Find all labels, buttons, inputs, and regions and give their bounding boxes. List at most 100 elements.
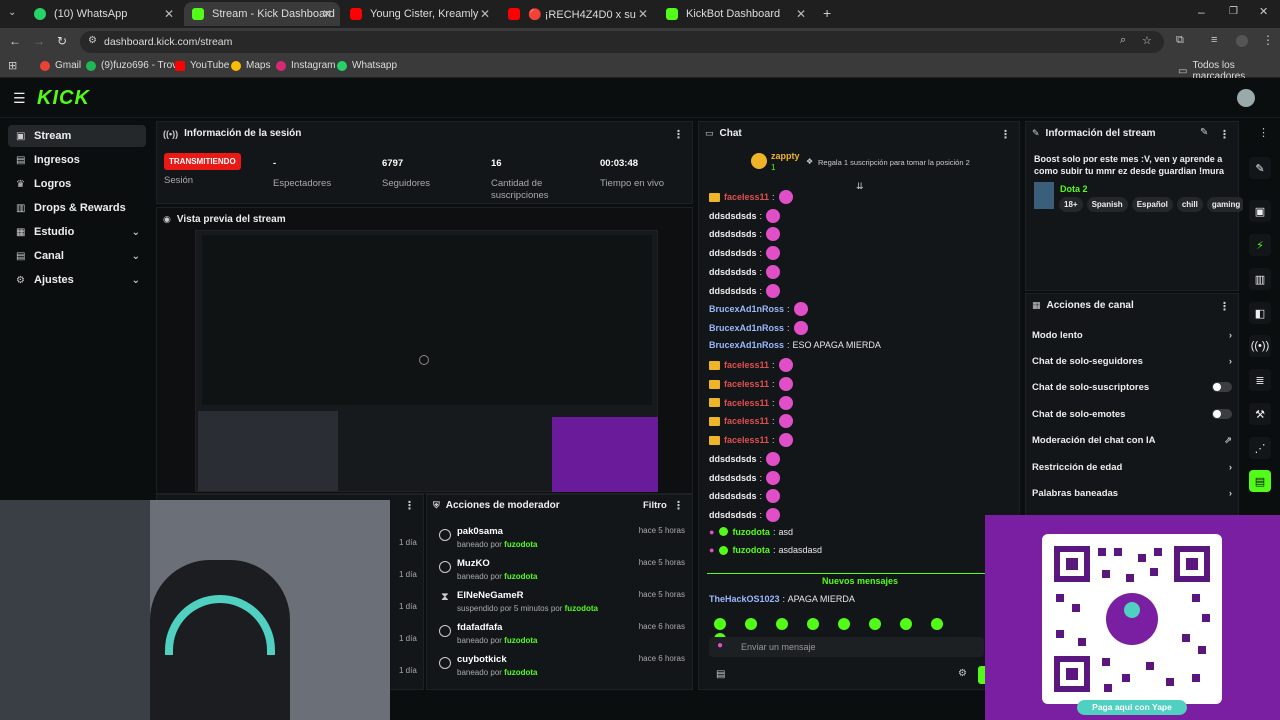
chat-username[interactable]: fuzodota [732, 527, 770, 537]
mod-action-row[interactable]: cuybotkick baneado por fuzodota hace 6 h… [433, 651, 685, 683]
site-info-icon[interactable]: ⚙ [88, 35, 97, 46]
bookmark-youtube[interactable]: YouTube [175, 60, 229, 71]
close-icon[interactable]: ✕ [164, 7, 174, 21]
more-options-icon[interactable]: ⋮ [673, 128, 684, 141]
sidebar-item-canal[interactable]: ▤ Canal ⌄ [8, 245, 146, 267]
close-icon[interactable]: ✕ [480, 7, 490, 21]
sidebar-item-ingresos[interactable]: ▤ Ingresos [8, 149, 146, 171]
new-messages-bar[interactable]: Nuevos mensajes [707, 573, 987, 587]
lightning-tool-button[interactable]: ⚡ [1249, 234, 1271, 256]
filter-button[interactable]: Filtro [643, 500, 667, 511]
kick-logo[interactable]: KICK [37, 87, 90, 110]
star-icon[interactable]: ☆ [1142, 34, 1152, 47]
chat-username[interactable]: ddsdsdsds [709, 454, 757, 464]
broadcast-tool-button[interactable]: ((•)) [1249, 335, 1271, 357]
microphone-icon[interactable]: ● [717, 640, 723, 651]
browser-tab-youtube-live[interactable]: 🔴 ¡RECH4Z4D0 x su comunidad ✕ [500, 2, 656, 26]
bookmark-instagram[interactable]: Instagram [276, 60, 335, 71]
bookmark-gmail[interactable]: Gmail [40, 60, 81, 71]
browser-tab-kickbot[interactable]: KickBot Dashboard ✕ [658, 2, 814, 26]
chat-username[interactable]: BrucexAd1nRoss [709, 323, 784, 333]
more-options-icon[interactable]: ⋮ [1258, 126, 1269, 139]
edit-tool-button[interactable]: ✎ [1249, 157, 1271, 179]
more-options-icon[interactable]: ⋮ [1219, 128, 1230, 141]
new-tab-icon[interactable]: + [823, 5, 831, 21]
mod-action-row[interactable]: MuzKO baneado por fuzodota hace 5 horas [433, 555, 685, 587]
bookmark-maps[interactable]: Maps [231, 60, 270, 71]
maximize-icon[interactable]: ❐ [1229, 6, 1238, 17]
back-icon[interactable]: ← [9, 34, 21, 48]
chat-username[interactable]: ddsdsdsds [709, 491, 757, 501]
chat-settings-icon[interactable]: ⚙ [958, 668, 967, 679]
chat-username[interactable]: ddsdsdsds [709, 286, 757, 296]
emote-quick-bar[interactable] [714, 618, 984, 645]
browser-menu-icon[interactable]: ⋮ [1262, 33, 1274, 47]
action-followers-only[interactable]: Chat de solo-seguidores › [1032, 351, 1232, 371]
tab-search-icon[interactable]: ⌄ [8, 7, 16, 18]
browser-tab-kick-dashboard[interactable]: Stream - Kick Dashboard ✕ [184, 2, 340, 26]
sidebar-item-stream[interactable]: ▣ Stream [8, 125, 146, 147]
chat-username[interactable]: BrucexAd1nRoss [709, 304, 784, 314]
chat-username[interactable]: ddsdsdsds [709, 510, 757, 520]
chat-username[interactable]: ddsdsdsds [709, 229, 757, 239]
edit-icon[interactable]: ✎ [1200, 127, 1208, 138]
action-banned-words[interactable]: Palabras baneadas › [1032, 483, 1232, 503]
share-tool-button[interactable]: ⋰ [1249, 437, 1271, 459]
zoom-icon[interactable]: ⌕ [1120, 34, 1126, 47]
action-emotes-only[interactable]: Chat de solo-emotes [1032, 404, 1232, 424]
list-tool-button[interactable]: ≣ [1249, 369, 1271, 391]
stream-preview-video[interactable] [195, 230, 658, 492]
bookmark-trovo[interactable]: (9)fuzo696 - Trovo [86, 60, 183, 71]
chat-username[interactable]: faceless11 [724, 379, 769, 389]
chat-username[interactable]: ddsdsdsds [709, 211, 757, 221]
chat-username[interactable]: TheHackOS1023 [709, 594, 780, 604]
sidebar-item-ajustes[interactable]: ⚙ Ajustes ⌄ [8, 269, 146, 291]
action-ai-moderation[interactable]: Moderación del chat con IA ⇗ [1032, 430, 1232, 450]
hamburger-menu-icon[interactable]: ☰ [13, 90, 26, 107]
minimize-icon[interactable]: – [1198, 5, 1205, 19]
chat-username[interactable]: BrucexAd1nRoss [709, 340, 784, 350]
media-icon[interactable]: ≡ [1211, 34, 1217, 46]
forward-icon[interactable]: → [33, 34, 45, 48]
top-gifter-banner[interactable]: zappty 1 ❖ Regala 1 suscripción para tom… [751, 150, 1011, 178]
close-window-icon[interactable]: ✕ [1259, 5, 1268, 18]
chat-username[interactable]: faceless11 [724, 360, 769, 370]
chat-tool-button[interactable]: ◧ [1249, 302, 1271, 324]
chat-username[interactable]: faceless11 [724, 192, 769, 202]
apps-grid-icon[interactable]: ⊞ [8, 59, 17, 72]
close-icon[interactable]: ✕ [638, 7, 648, 21]
wrench-tool-button[interactable]: ⚒ [1249, 403, 1271, 425]
category-name[interactable]: Dota 2 [1060, 184, 1088, 194]
toggle-switch[interactable] [1212, 404, 1232, 424]
profile-avatar[interactable] [1236, 35, 1248, 47]
chat-tool-icon[interactable]: ▤ [716, 669, 725, 680]
chat-username[interactable]: faceless11 [724, 435, 769, 445]
action-slow-mode[interactable]: Modo lento › [1032, 325, 1232, 345]
more-options-icon[interactable]: ⋮ [673, 499, 684, 512]
toggle-switch[interactable] [1212, 377, 1232, 397]
chat-input[interactable]: ● Enviar un mensaje [709, 637, 984, 657]
chat-username[interactable]: faceless11 [724, 398, 769, 408]
url-field[interactable]: ⚙ dashboard.kick.com/stream ⌕ ☆ [80, 31, 1164, 53]
bookmark-whatsapp[interactable]: Whatsapp [337, 60, 397, 71]
sidebar-item-drops[interactable]: ▥ Drops & Rewards [8, 197, 146, 219]
close-icon[interactable]: ✕ [322, 7, 332, 21]
more-options-icon[interactable]: ⋮ [404, 499, 415, 512]
sidebar-item-logros[interactable]: ♛ Logros [8, 173, 146, 195]
sidebar-item-estudio[interactable]: ▦ Estudio ⌄ [8, 221, 146, 243]
reload-icon[interactable]: ↻ [57, 34, 67, 48]
close-icon[interactable]: ✕ [796, 7, 806, 21]
calendar-tool-button[interactable]: ▥ [1249, 268, 1271, 290]
mod-action-row[interactable]: pak0sama baneado por fuzodota hace 5 hor… [433, 523, 685, 555]
chat-username[interactable]: fuzodota [732, 545, 770, 555]
browser-tab-whatsapp[interactable]: (10) WhatsApp ✕ [26, 2, 182, 26]
chat-username[interactable]: ddsdsdsds [709, 248, 757, 258]
mod-action-row[interactable]: fdafadfafa baneado por fuzodota hace 6 h… [433, 619, 685, 651]
browser-tab-youtube-music[interactable]: Young Cister, Kreamly - QLOO ✕ [342, 2, 498, 26]
more-options-icon[interactable]: ⋮ [1000, 128, 1011, 141]
mod-action-row[interactable]: ⧗ ElNeNeGameR suspendido por 5 minutos p… [433, 587, 685, 619]
user-avatar[interactable] [1237, 89, 1255, 107]
chat-username[interactable]: ddsdsdsds [709, 473, 757, 483]
clip-tool-button[interactable]: ▣ [1249, 200, 1271, 222]
action-subscribers-only[interactable]: Chat de solo-suscriptores [1032, 377, 1232, 397]
